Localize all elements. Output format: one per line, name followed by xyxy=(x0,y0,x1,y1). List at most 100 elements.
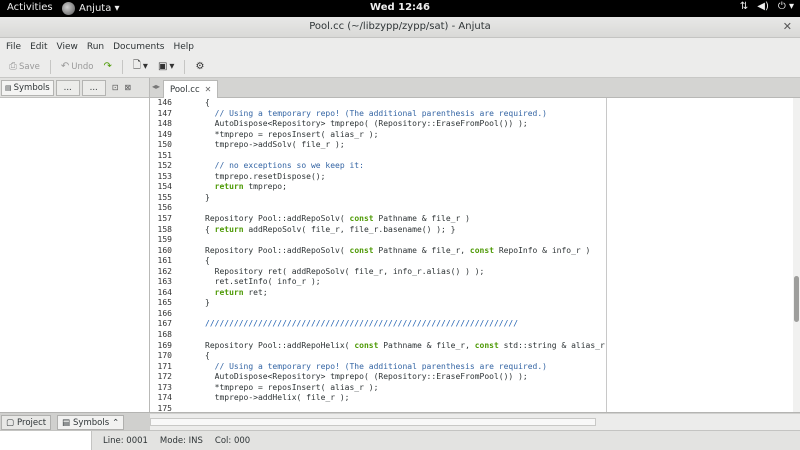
line-number: 171 xyxy=(157,361,172,371)
line-number: 157 xyxy=(157,214,172,224)
tab-symbols-bottom[interactable]: ▤ Symbols ⌃ xyxy=(57,415,125,430)
undo-icon: ↶ xyxy=(60,61,70,72)
toolbar-separator xyxy=(121,59,123,74)
anjuta-app-icon xyxy=(62,2,75,15)
horizontal-scrollbar[interactable] xyxy=(150,414,800,430)
line-number-gutter: 146 147 148 149 150 151 152 153 154 155 156 157 158 1… xyxy=(150,98,174,412)
chevron-down-icon: ▾ xyxy=(169,61,175,72)
build-button[interactable]: ⚙ xyxy=(192,61,207,72)
line-number: 167 xyxy=(157,319,172,329)
line-number: 153 xyxy=(157,171,172,181)
line-number: 170 xyxy=(157,351,172,361)
tab-overflow-1[interactable]: ... xyxy=(55,79,80,96)
scrollbar-thumb[interactable] xyxy=(794,276,799,322)
code-line: tmprepo->addSolv( file_r ); xyxy=(205,140,345,150)
project-icon: ▢ xyxy=(6,417,15,428)
code-line: } xyxy=(205,298,210,308)
line-number: 161 xyxy=(157,256,172,266)
menu-documents[interactable]: Documents xyxy=(113,42,164,52)
menu-edit[interactable]: Edit xyxy=(30,42,47,52)
window-title: Pool.cc (~/libzypp/zypp/sat) - Anjuta xyxy=(309,21,491,32)
code-line: return ret; xyxy=(214,287,268,297)
line-number: 166 xyxy=(157,308,172,318)
code-line: { return addRepoSolv( file_r, file_r.bas… xyxy=(205,224,456,234)
power-icon: ⏻ ▾ xyxy=(777,1,794,12)
line-number: 148 xyxy=(157,119,172,129)
chevron-up-icon: ⌃ xyxy=(112,417,120,428)
code-line: AutoDispose<Repository> tmprepo( (Reposi… xyxy=(205,372,528,382)
line-number: 162 xyxy=(157,266,172,276)
top-bar: Activities Anjuta ▾ Wed 12:46 ⇅ ◀) ⏻ ▾ xyxy=(0,0,800,17)
panel-close-icon[interactable]: ⊠ xyxy=(124,83,131,92)
code-line: Repository Pool::addRepoHelix( const Pat… xyxy=(205,340,606,350)
code-line: tmprepo.resetDispose(); xyxy=(205,171,326,181)
line-number: 155 xyxy=(157,192,172,202)
tab-scroll-icon[interactable]: ◂▸ xyxy=(152,82,160,91)
menu-file[interactable]: File xyxy=(6,42,21,52)
line-number: 163 xyxy=(157,277,172,287)
code-line: *tmprepo = reposInsert( alias_r ); xyxy=(205,382,379,392)
system-tray[interactable]: ⇅ ◀) ⏻ ▾ xyxy=(740,1,794,12)
line-number: 146 xyxy=(157,98,172,107)
code-line: ret.setInfo( info_r ); xyxy=(205,277,321,287)
tab-overflow-2[interactable]: ... xyxy=(81,79,106,96)
menu-bar: File Edit View Run Documents Help xyxy=(0,38,800,56)
app-menu[interactable]: Anjuta ▾ xyxy=(62,1,120,16)
build-icon: ⚙ xyxy=(195,61,205,72)
clock[interactable]: Wed 12:46 xyxy=(360,2,440,13)
code-line: Repository ret( addRepoSolv( file_r, inf… xyxy=(205,266,485,276)
toolbar: ⎙ Save ↶ Undo ↷ 🗋 ▾ ▣ ▾ ⚙ xyxy=(0,56,800,78)
line-number: 172 xyxy=(157,372,172,382)
activities-button[interactable]: Activities xyxy=(7,2,53,13)
line-number: 165 xyxy=(157,298,172,308)
code-line: return tmprepo; xyxy=(214,182,287,192)
tab-project[interactable]: ▢ Project xyxy=(1,415,52,430)
line-number: 175 xyxy=(157,403,172,412)
tab-pool-cc-label: Pool.cc xyxy=(170,84,200,95)
status-message-field xyxy=(0,431,92,450)
code-lines: { // Using a temporary repo! (The additi… xyxy=(205,98,605,412)
menu-help[interactable]: Help xyxy=(173,42,194,52)
line-number: 168 xyxy=(157,330,172,340)
toolbar-separator xyxy=(184,59,186,74)
new-file-icon: 🗋 xyxy=(132,60,141,71)
code-line: AutoDispose<Repository> tmprepo( (Reposi… xyxy=(205,119,528,129)
save-icon: ⎙ xyxy=(9,61,17,72)
status-col: Col: 000 xyxy=(214,436,251,446)
tab-symbols[interactable]: ▤ Symbols xyxy=(1,79,54,96)
menu-run[interactable]: Run xyxy=(87,42,104,52)
left-panel-tabs: ▤ Symbols ... ... ⊡ ⊠ xyxy=(0,78,149,98)
line-number: 151 xyxy=(157,150,172,160)
code-editor[interactable]: 146 147 148 149 150 151 152 153 154 155 156 157 158 1… xyxy=(150,98,606,412)
line-number: 158 xyxy=(157,224,172,234)
line-number: 159 xyxy=(157,235,172,245)
code-line: Repository Pool::addRepoSolv( const Path… xyxy=(205,214,470,224)
window-titlebar: Pool.cc (~/libzypp/zypp/sat) - Anjuta ✕ xyxy=(0,17,800,38)
right-margin-line xyxy=(606,98,607,412)
save-label: Save xyxy=(19,61,40,72)
open-folder-button[interactable]: ▣ ▾ xyxy=(155,61,177,72)
redo-button[interactable]: ↷ xyxy=(100,61,114,72)
toolbar-separator xyxy=(49,59,51,74)
undo-label: Undo xyxy=(71,61,94,72)
vertical-scrollbar[interactable] xyxy=(793,98,800,412)
folder-icon: ▣ xyxy=(157,61,168,72)
close-tab-icon[interactable]: ✕ xyxy=(205,85,212,94)
undo-button[interactable]: ↶ Undo xyxy=(58,61,97,72)
line-number: 150 xyxy=(157,140,172,150)
volume-icon: ◀) xyxy=(757,1,769,12)
panel-float-icon[interactable]: ⊡ xyxy=(112,83,119,92)
left-panel: ▤ Symbols ... ... ⊡ ⊠ xyxy=(0,78,150,412)
close-icon[interactable]: ✕ xyxy=(783,20,792,33)
tab-pool-cc[interactable]: Pool.cc ✕ xyxy=(163,80,219,98)
menu-view[interactable]: View xyxy=(57,42,78,52)
new-file-button[interactable]: 🗋 ▾ xyxy=(130,58,151,75)
line-number: 154 xyxy=(157,182,172,192)
save-button[interactable]: ⎙ Save xyxy=(6,61,43,72)
horizontal-scrollbar-thumb[interactable] xyxy=(150,418,596,426)
